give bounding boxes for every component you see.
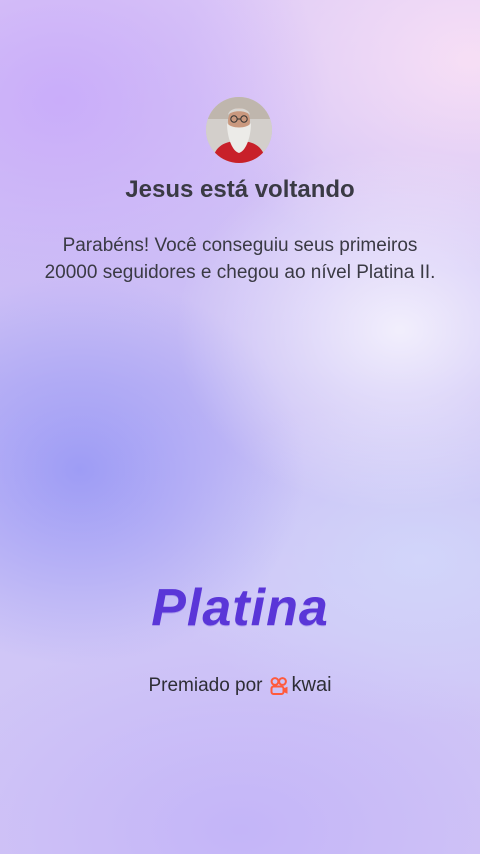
profile-username: Jesus está voltando	[125, 176, 355, 203]
congratulations-message: Parabéns! Você conseguiu seus primeiros …	[44, 235, 436, 283]
level-title: Platina	[151, 579, 329, 637]
kwai-brand-name: kwai	[291, 674, 332, 696]
profile-avatar[interactable]	[206, 97, 272, 163]
awarded-by-row: Premiado por kwai	[0, 674, 480, 697]
kwai-logo-icon	[270, 676, 288, 695]
user-avatar-icon	[206, 97, 272, 163]
awarded-by-label: Premiado por	[148, 674, 263, 696]
